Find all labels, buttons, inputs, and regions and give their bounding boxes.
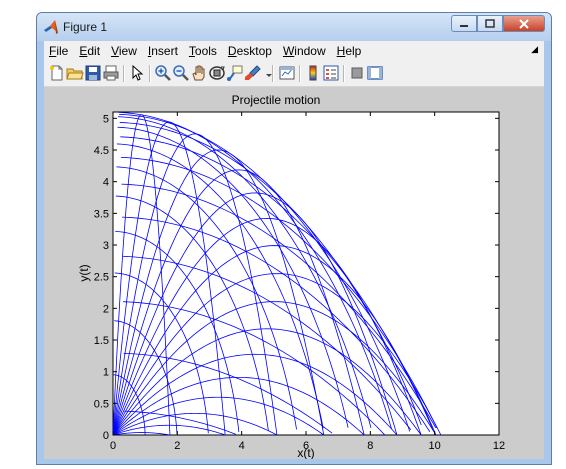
save-icon[interactable]: [84, 64, 102, 82]
x-tick-label: 10: [429, 440, 441, 452]
x-tick-label: 2: [174, 440, 180, 452]
menu-help[interactable]: Help: [332, 44, 368, 58]
menu-mnemonic: D: [227, 44, 237, 58]
menu-view[interactable]: View: [106, 44, 143, 58]
y-tick-label: 5: [103, 113, 109, 125]
matlab-logo-icon: [44, 20, 58, 34]
menu-desktop[interactable]: Desktop: [223, 44, 278, 58]
window-title: Figure 1: [63, 20, 108, 34]
menu-window[interactable]: Window: [278, 44, 332, 58]
toolbar-separator: [299, 65, 301, 82]
x-tick-label: 12: [493, 440, 505, 452]
new-figure-icon[interactable]: [48, 64, 66, 82]
maximize-button[interactable]: [477, 15, 503, 32]
link-plot-icon[interactable]: [278, 64, 296, 82]
y-tick-label: 0.5: [94, 398, 109, 410]
hide-plot-tools-icon[interactable]: [348, 64, 366, 82]
toolbar-separator: [123, 65, 125, 82]
print-icon[interactable]: [102, 64, 120, 82]
toolbar-separator: [149, 65, 151, 82]
zoom-out-icon[interactable]: [172, 64, 190, 82]
plot-svg: Projectile motion 0 2 4 6 8 10 1200.511.522.53…: [77, 93, 505, 460]
close-button[interactable]: [503, 15, 545, 32]
menu-label-rest: elp: [345, 44, 362, 58]
pan-icon[interactable]: [190, 64, 208, 82]
y-tick-label: 1: [103, 367, 109, 379]
y-tick-label: 4: [103, 177, 109, 189]
zoom-in-icon[interactable]: [154, 64, 172, 82]
y-tick-label: 2.5: [94, 272, 109, 284]
maximize-icon: [485, 19, 495, 28]
menu-tools[interactable]: Tools: [184, 44, 223, 58]
menubar-dock-arrow-icon[interactable]: ◢: [531, 44, 538, 55]
menu-label-rest: iew: [118, 44, 137, 58]
legend-icon[interactable]: [322, 64, 340, 82]
menu-label-rest: nsert: [151, 44, 178, 58]
figure-window: Figure 1 File Edit View Insert Tools Desktop W…: [36, 12, 552, 465]
chart-title: Projectile motion: [232, 93, 321, 107]
toolbar-separator: [272, 65, 274, 82]
y-axis-label: y(t): [77, 264, 91, 281]
y-tick-label: 2: [103, 303, 109, 315]
figure-toolbar: [44, 61, 544, 87]
menu-label-rest: dit: [87, 44, 101, 58]
colorbar-icon[interactable]: [304, 64, 322, 82]
y-tick-label: 4.5: [94, 145, 109, 157]
menu-file[interactable]: File: [44, 44, 74, 58]
toolbar-separator: [343, 65, 345, 82]
menu-mnemonic: H: [336, 44, 346, 58]
menu-mnemonic: W: [282, 44, 295, 58]
y-tick-label: 1.5: [94, 335, 109, 347]
menu-label-rest: indow: [294, 44, 326, 58]
x-tick-label: 0: [110, 440, 116, 452]
pointer-icon[interactable]: [128, 64, 146, 82]
menu-label-rest: esktop: [236, 44, 272, 58]
y-tick-label: 0: [103, 430, 109, 442]
show-plot-tools-icon[interactable]: [366, 64, 384, 82]
figure-canvas: Projectile motion 0 2 4 6 8 10 12 0 0.5 1 1.5 2 2.5 3…: [44, 87, 544, 460]
y-tick-label: 3: [103, 240, 109, 252]
figure-client-area: File Edit View Insert Tools Desktop Window Help…: [44, 41, 544, 460]
menu-label-rest: ile: [56, 44, 69, 58]
menu-bar: File Edit View Insert Tools Desktop Window Help: [44, 41, 544, 61]
menu-insert[interactable]: Insert: [143, 44, 184, 58]
minimize-icon: [460, 24, 468, 27]
open-file-icon[interactable]: [66, 64, 84, 82]
minimize-button[interactable]: [451, 15, 477, 32]
brush-dropdown-icon[interactable]: [260, 64, 278, 82]
data-cursor-icon[interactable]: [226, 64, 244, 82]
menu-edit[interactable]: Edit: [74, 44, 106, 58]
rotate-3d-icon[interactable]: [208, 64, 226, 82]
y-tick-label: 3.5: [94, 208, 109, 220]
x-axis-label: x(t): [297, 446, 314, 459]
menu-label-rest: ools: [194, 44, 217, 58]
x-tick-label: 4: [239, 440, 245, 452]
title-bar[interactable]: Figure 1: [37, 13, 551, 41]
menu-mnemonic: V: [111, 44, 119, 58]
x-tick-label: 8: [367, 440, 373, 452]
close-icon: [519, 18, 529, 29]
